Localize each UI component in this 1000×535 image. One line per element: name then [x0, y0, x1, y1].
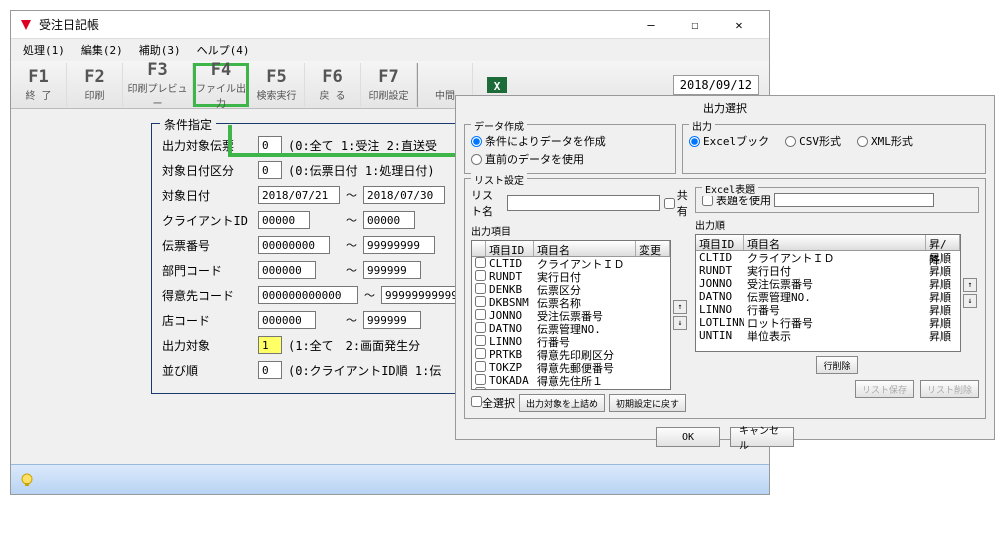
cancel-button[interactable]: キャンセル	[730, 427, 794, 447]
app-icon	[19, 18, 33, 32]
cust-from[interactable]	[258, 286, 358, 304]
grid-row[interactable]: UNTIN単位表示昇順	[696, 329, 960, 342]
statusbar	[11, 464, 769, 494]
client-from[interactable]	[258, 211, 310, 229]
right-down-button[interactable]: ↓	[963, 294, 977, 308]
radio-csv[interactable]: CSV形式	[785, 133, 841, 149]
window-title: 受注日記帳	[39, 16, 629, 33]
highlight-line-h	[228, 153, 460, 157]
excel-title-input[interactable]	[774, 193, 934, 207]
shop-to[interactable]	[363, 311, 421, 329]
menu-edit[interactable]: 編集(2)	[73, 40, 131, 60]
f2-button[interactable]: F2印刷	[67, 63, 123, 107]
date-to[interactable]	[363, 186, 445, 204]
minimize-button[interactable]: ―	[629, 14, 673, 36]
radio-prev-data[interactable]: 直前のデータを使用	[471, 151, 584, 167]
list-name-input[interactable]	[507, 195, 660, 211]
left-up-button[interactable]: ↑	[673, 300, 687, 314]
svg-text:X: X	[494, 80, 501, 93]
sort-input[interactable]	[258, 361, 282, 379]
output-dialog: 出力選択 データ作成 条件によりデータを作成 直前のデータを使用 出力 Exce…	[455, 95, 995, 440]
ok-button[interactable]: OK	[656, 427, 720, 447]
menu-processing[interactable]: 処理(1)	[15, 40, 73, 60]
f4-button[interactable]: F4ファイル出力	[193, 63, 249, 107]
menu-aux[interactable]: 補助(3)	[131, 40, 189, 60]
titlebar: 受注日記帳 ― ☐ ✕	[11, 11, 769, 39]
maximize-button[interactable]: ☐	[673, 14, 717, 36]
output-target-input[interactable]	[258, 336, 282, 354]
highlight-line-v	[228, 125, 232, 155]
dialog-title: 出力選択	[456, 96, 994, 120]
pack-up-button[interactable]: 出力対象を上詰め	[519, 394, 605, 412]
menubar: 処理(1) 編集(2) 補助(3) ヘルプ(4)	[11, 39, 769, 61]
close-button[interactable]: ✕	[717, 14, 761, 36]
slip-from[interactable]	[258, 236, 330, 254]
grid-row[interactable]: TOKADB得意先住所２	[472, 387, 670, 389]
left-down-button[interactable]: ↓	[673, 316, 687, 330]
radio-excel[interactable]: Excelブック	[689, 133, 769, 149]
dept-from[interactable]	[258, 261, 316, 279]
share-checkbox[interactable]: 共有	[664, 187, 689, 219]
f7-button[interactable]: F7印刷設定	[361, 63, 417, 107]
list-save-button[interactable]: リスト保存	[855, 380, 914, 398]
right-up-button[interactable]: ↑	[963, 278, 977, 292]
f3-button[interactable]: F3印刷プレビュー	[123, 63, 193, 107]
row-delete-button[interactable]: 行削除	[816, 356, 857, 374]
bulb-icon	[19, 472, 35, 488]
menu-help[interactable]: ヘルプ(4)	[189, 40, 258, 60]
data-create-group: データ作成 条件によりデータを作成 直前のデータを使用	[464, 124, 676, 174]
slip-to[interactable]	[363, 236, 435, 254]
excel-title-group: Excel表題 表題を使用	[695, 187, 979, 213]
list-settings-group: リスト設定 リスト名 共有 出力項目 項目ID 項目名	[464, 178, 986, 419]
output-slip-input[interactable]	[258, 136, 282, 154]
select-all-checkbox[interactable]: 全選択	[471, 395, 515, 411]
shop-from[interactable]	[258, 311, 316, 329]
radio-xml[interactable]: XML形式	[857, 133, 913, 149]
output-group: 出力 Excelブック CSV形式 XML形式	[682, 124, 986, 174]
f5-button[interactable]: F5検索実行	[249, 63, 305, 107]
date-from[interactable]	[258, 186, 340, 204]
f6-button[interactable]: F6戻 る	[305, 63, 361, 107]
dept-to[interactable]	[363, 261, 421, 279]
client-to[interactable]	[363, 211, 415, 229]
header-date: 2018/09/12	[673, 75, 759, 95]
conditions-legend: 条件指定	[160, 116, 216, 133]
output-items-grid[interactable]: 項目ID 項目名 変更 CLTIDクライアントＩＤRUNDT実行日付DENKB伝…	[471, 240, 671, 390]
output-order-grid[interactable]: 項目ID 項目名 昇/降 CLTIDクライアントＩＤ昇順RUNDT実行日付昇順J…	[695, 234, 961, 352]
radio-by-condition[interactable]: 条件によりデータを作成	[471, 133, 606, 149]
date-kbn-input[interactable]	[258, 161, 282, 179]
list-delete-button[interactable]: リスト削除	[920, 380, 979, 398]
f1-button[interactable]: F1終 了	[11, 63, 67, 107]
reset-default-button[interactable]: 初期設定に戻す	[609, 394, 686, 412]
